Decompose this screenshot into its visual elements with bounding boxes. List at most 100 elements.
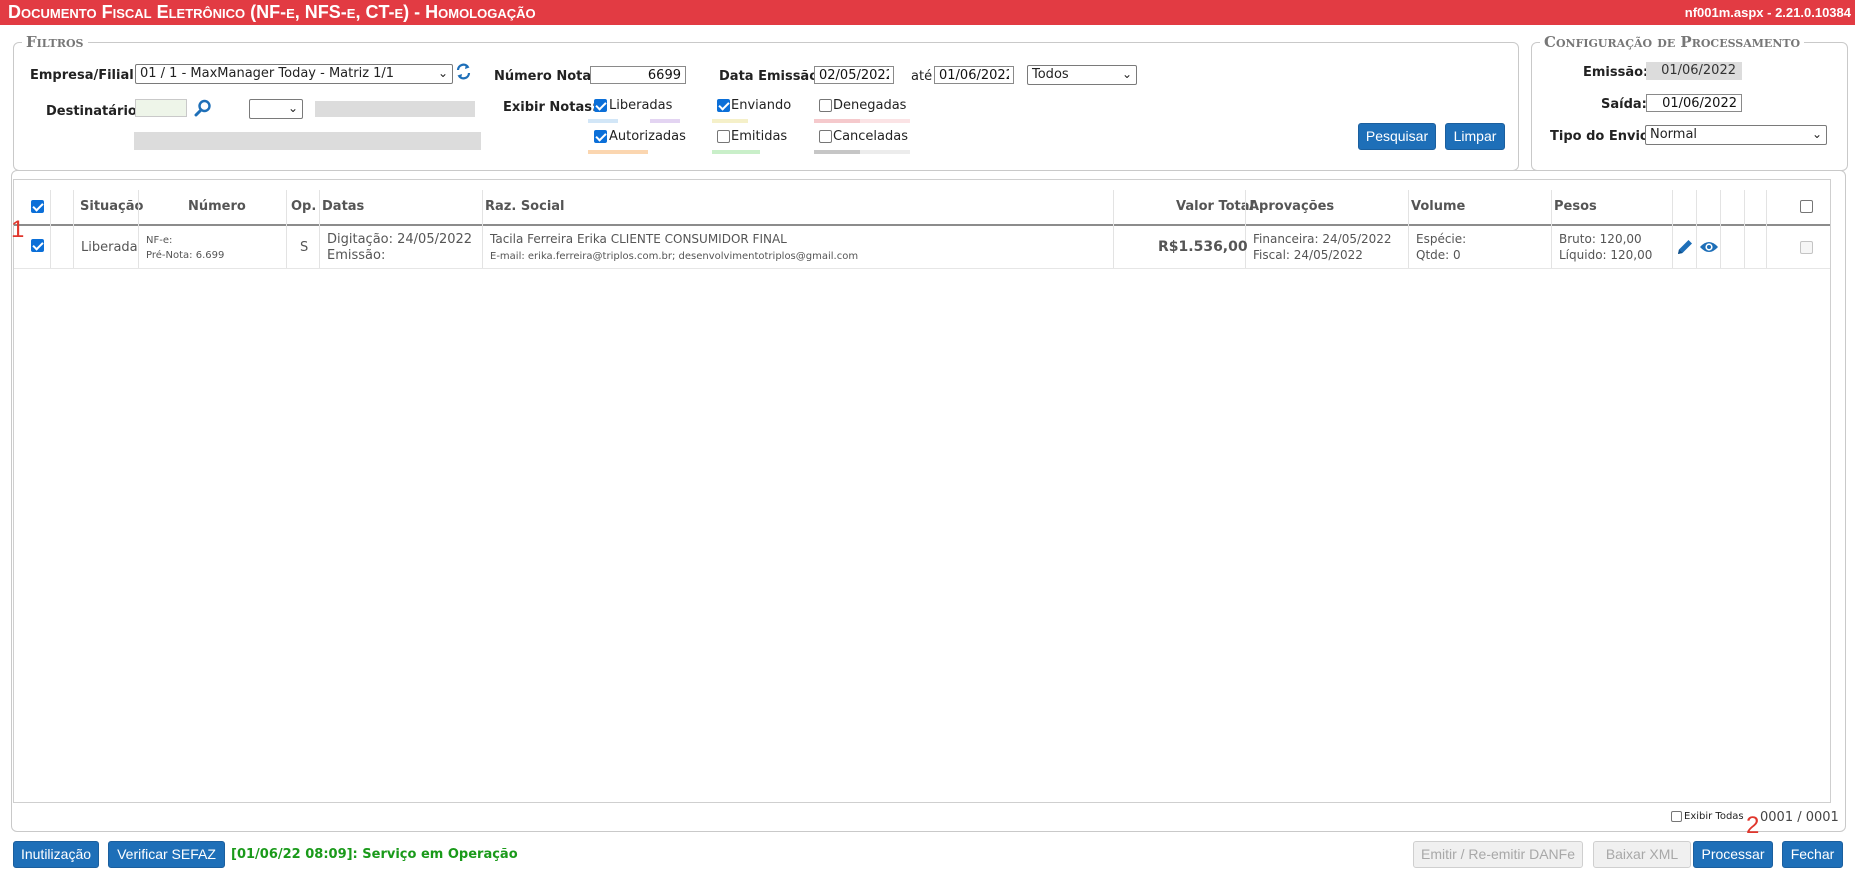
autorizadas-label: Autorizadas [609,129,686,144]
autorizadas-checkbox[interactable] [594,130,607,143]
row-situacao: Liberada [81,240,138,255]
row-especie: Espécie: [1416,232,1467,246]
marker-2: 2 [1746,812,1760,839]
title-bar: Documento Fiscal Eletrônico (NF-e, NFS-e… [0,0,1855,25]
inutilizacao-button[interactable]: Inutilização [13,841,99,868]
processar-button[interactable]: Processar [1693,841,1773,868]
version-label: nf001m.aspx - 2.21.0.10384 [1684,5,1851,20]
denegadas-label: Denegadas [833,98,907,113]
exibir-todas-label: Exibir Todas [1684,811,1744,822]
destinatario-name-field [315,101,475,117]
emitir-danfe-button[interactable]: Emitir / Re-emitir DANFe [1413,841,1583,868]
header-right-checkbox[interactable] [1800,200,1813,213]
destinatario-label: Destinatário: [46,104,143,119]
view-eye-icon[interactable] [1699,239,1719,259]
col-valor-total[interactable]: Valor Total [1176,199,1254,214]
data-emissao-label: Data Emissão: [719,69,824,84]
color-stripe [588,150,648,154]
row-op: S [300,240,309,255]
search-icon[interactable] [194,99,212,121]
color-stripe [712,119,748,123]
ate-label: até [911,69,933,84]
row-liquido: Líquido: 120,00 [1559,248,1653,262]
config-emissao-label: Emissão: [1583,65,1649,80]
pesquisar-button[interactable]: Pesquisar [1358,123,1436,150]
service-status: [01/06/22 08:09]: Serviço em Operação [231,847,518,862]
col-razao-social[interactable]: Raz. Social [485,199,565,214]
limpar-button[interactable]: Limpar [1445,123,1505,150]
data-emissao-from-input[interactable] [814,66,894,84]
tipo-envio-label: Tipo do Envio: [1550,129,1655,144]
row-qtde: Qtde: 0 [1416,248,1461,262]
liberadas-checkbox[interactable] [594,99,607,112]
enviando-label: Enviando [731,98,792,113]
row-financeira: Financeira: 24/05/2022 [1253,232,1392,246]
denegadas-checkbox[interactable] [819,99,832,112]
config-emissao-field: 01/06/2022 [1646,62,1742,80]
emitidas-label: Emitidas [731,129,788,144]
empresa-label: Empresa/Filial: [30,68,139,83]
refresh-icon[interactable] [456,63,471,84]
col-aprovacoes[interactable]: Aprovações [1249,199,1334,214]
edit-pencil-icon[interactable] [1676,238,1694,260]
enviando-checkbox[interactable] [717,99,730,112]
row-bruto: Bruto: 120,00 [1559,232,1642,246]
row-email: E-mail: erika.ferreira@triplos.com.br; d… [490,251,859,262]
destinatario-address-field [134,132,481,150]
marker-1: 1 [11,216,25,243]
row-emissao: Emissão: [327,248,386,263]
col-pesos[interactable]: Pesos [1554,199,1597,214]
color-stripe [712,150,760,154]
periodo-select-value: Todos [1032,67,1069,82]
liberadas-label: Liberadas [609,98,673,113]
chevron-down-icon: ⌄ [287,101,298,115]
periodo-select[interactable]: Todos ⌄ [1027,65,1137,85]
row-checkbox[interactable] [31,239,44,252]
baixar-xml-button[interactable]: Baixar XML [1593,841,1691,868]
numero-nota-label: Número Nota: [494,69,597,84]
page-title: Documento Fiscal Eletrônico (NF-e, NFS-e… [8,2,536,22]
chevron-down-icon: ⌄ [437,66,448,80]
row-razao-social: Tacila Ferreira Erika CLIENTE CONSUMIDOR… [490,232,787,246]
chevron-down-icon: ⌄ [1811,127,1822,141]
col-numero[interactable]: Número [188,199,246,214]
verificar-sefaz-button[interactable]: Verificar SEFAZ [108,841,225,868]
select-all-checkbox[interactable] [31,200,44,213]
row-numero-nfe: NF-e: [146,235,173,246]
color-stripe [814,119,860,123]
color-stripe [814,150,860,154]
color-stripe [860,119,910,123]
destinatario-type-select[interactable]: ⌄ [249,99,303,119]
notes-grid: Situação Número Op. Datas Raz. Social Va… [13,179,1831,803]
destinatario-input[interactable] [135,99,187,117]
tipo-envio-value: Normal [1650,127,1698,142]
numero-nota-input[interactable] [590,66,686,84]
fechar-button[interactable]: Fechar [1782,841,1843,868]
config-saida-input[interactable] [1646,94,1742,112]
col-op[interactable]: Op. [291,199,316,214]
empresa-select[interactable]: 01 / 1 - MaxManager Today - Matriz 1/1 ⌄ [135,64,453,84]
config-legend: Configuração de Processamento [1544,33,1801,51]
filters-legend: Filtros [26,33,84,51]
col-datas[interactable]: Datas [322,199,364,214]
color-stripe [588,119,618,123]
exibir-todas-checkbox[interactable] [1671,811,1682,822]
exibir-notas-label: Exibir Notas: [503,100,598,115]
table-row[interactable]: Liberada NF-e: Pré-Nota: 6.699 S Digitaç… [14,226,1830,269]
color-stripe [650,119,680,123]
row-numero-prenota: Pré-Nota: 6.699 [146,250,225,261]
canceladas-checkbox[interactable] [819,130,832,143]
data-emissao-to-input[interactable] [934,66,1014,84]
row-fiscal: Fiscal: 24/05/2022 [1253,248,1363,262]
tipo-envio-select[interactable]: Normal ⌄ [1645,125,1827,145]
row-right-checkbox[interactable] [1800,241,1813,254]
col-situacao[interactable]: Situação [80,199,143,214]
col-volume[interactable]: Volume [1411,199,1465,214]
paging-label: 0001 / 0001 [1760,810,1839,825]
row-digitacao: Digitação: 24/05/2022 [327,232,473,247]
row-valor-total: R$1.536,00 [1158,239,1248,255]
canceladas-label: Canceladas [833,129,908,144]
emitidas-checkbox[interactable] [717,130,730,143]
color-stripe [860,150,910,154]
chevron-down-icon: ⌄ [1121,67,1132,81]
